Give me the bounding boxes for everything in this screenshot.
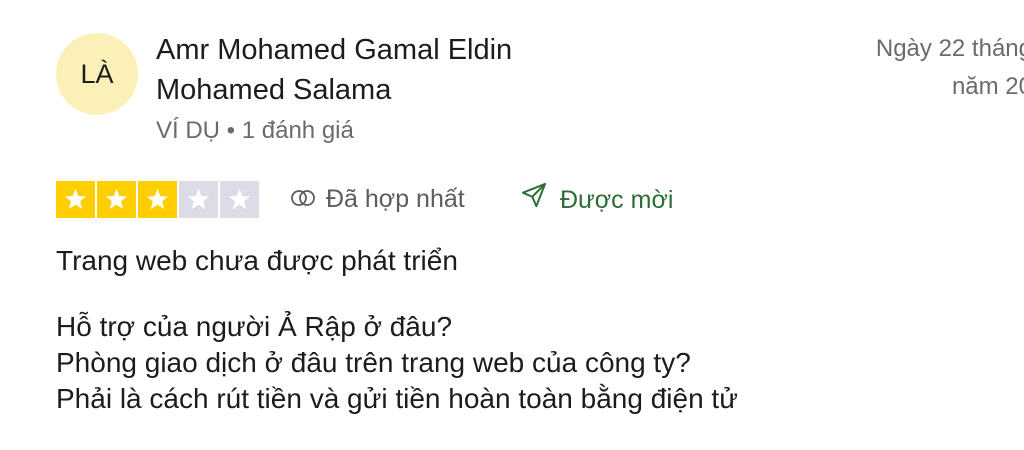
- merged-label: Đã hợp nhất: [326, 185, 465, 213]
- star-empty-icon: [220, 181, 259, 218]
- review-body: Hỗ trợ của người Ả Rập ở đâu? Phòng giao …: [56, 309, 738, 417]
- invited-label: Được mời: [560, 186, 674, 214]
- review-body-line: Phải là cách rút tiền và gửi tiền hoàn t…: [56, 383, 738, 414]
- star-empty-icon: [179, 181, 218, 218]
- review-body-line: Phòng giao dịch ở đâu trên trang web của…: [56, 347, 691, 378]
- merged-badge[interactable]: Đã hợp nhất: [290, 181, 465, 218]
- invited-badge[interactable]: Được mời: [520, 181, 673, 220]
- review-body-line: Hỗ trợ của người Ả Rập ở đâu?: [56, 311, 453, 342]
- review-date-line-2: năm 20: [951, 73, 1024, 100]
- merged-circles-icon: [290, 181, 316, 218]
- star-filled-icon: [97, 181, 136, 218]
- reviewer-meta: VÍ DỤ • 1 đánh giá: [156, 117, 354, 144]
- reviewer-name[interactable]: Amr Mohamed Gamal Eldin Mohamed Salama: [156, 30, 586, 110]
- review-title[interactable]: Trang web chưa được phát triển: [56, 241, 458, 281]
- star-rating: [56, 181, 259, 218]
- avatar-initials: LÀ: [80, 58, 114, 89]
- review-date-line-1: Ngày 22 tháng: [875, 35, 1024, 62]
- avatar[interactable]: LÀ: [56, 33, 138, 115]
- review-card: LÀ Amr Mohamed Gamal Eldin Mohamed Salam…: [0, 0, 1024, 450]
- paper-plane-icon: [520, 181, 548, 220]
- star-filled-icon: [138, 181, 177, 218]
- review-date: Ngày 22 tháng năm 20: [824, 30, 1024, 106]
- star-filled-icon: [56, 181, 95, 218]
